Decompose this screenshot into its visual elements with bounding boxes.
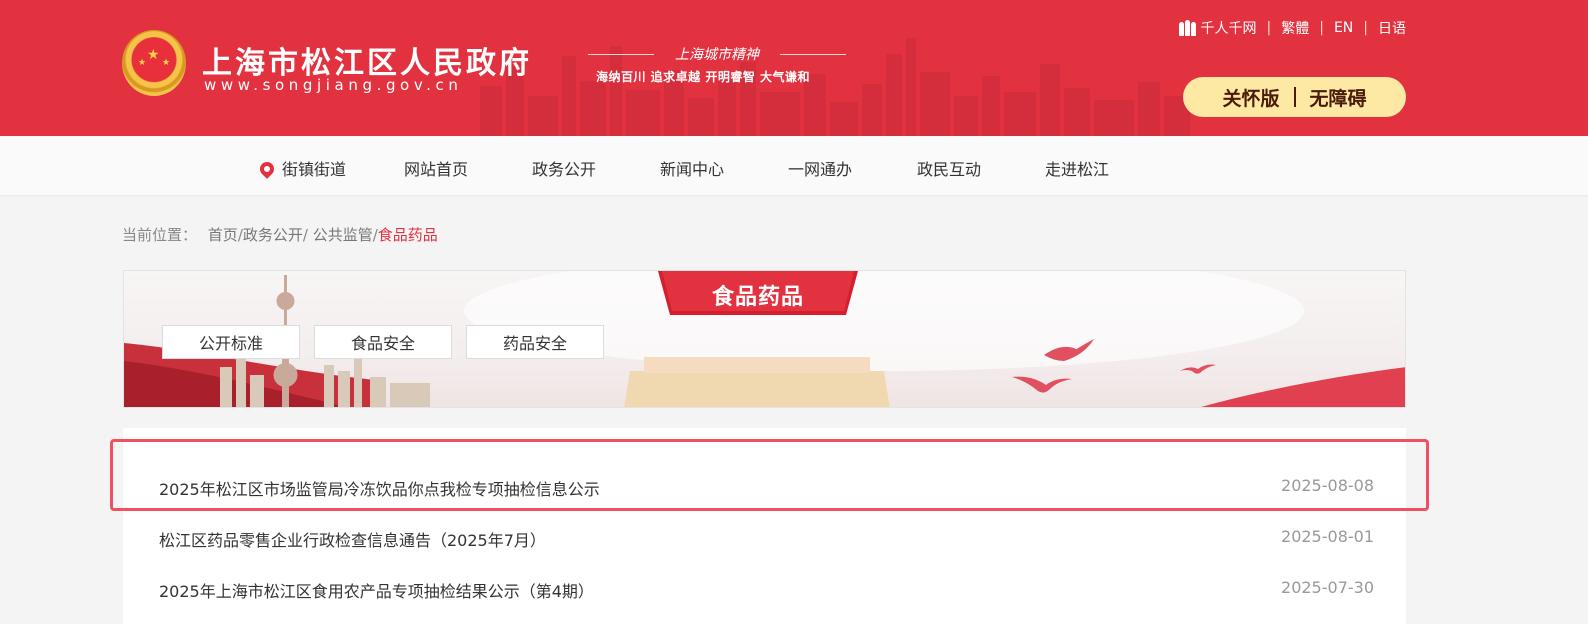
nav-item-about[interactable]: 走进松江 — [1045, 156, 1109, 180]
list-item[interactable]: 松江区药品零售企业行政检查信息通告（2025年7月） 2025-08-01 — [159, 527, 1374, 551]
top-links: 千人千网 | 繁體 | EN | 日语 — [1178, 18, 1406, 38]
breadcrumb-supervision[interactable]: 公共监管 — [308, 226, 373, 244]
location-pin-icon — [257, 159, 277, 179]
tab-standards[interactable]: 公开标准 — [162, 325, 300, 359]
accessibility-toggle: 关怀版 无障碍 — [1183, 77, 1406, 117]
breadcrumb-current: 食品药品 — [377, 226, 438, 244]
divider — [1293, 87, 1296, 107]
article-date: 2025-07-30 — [1281, 578, 1374, 597]
divider: | — [1363, 20, 1368, 36]
city-skyline-decoration — [480, 38, 1190, 136]
slogan-title: 上海城市精神 — [588, 44, 846, 64]
site-url: www.songjiang.gov.cn — [204, 76, 463, 94]
article-title[interactable]: 2025年上海市松江区食用农产品专项抽检结果公示（第4期） — [159, 578, 594, 602]
highlight-box — [110, 439, 1429, 511]
people-icon — [1178, 20, 1197, 36]
category-banner: 食品药品 公开标准 食品安全 药品安全 — [123, 270, 1406, 408]
divider: | — [1319, 20, 1324, 36]
article-title[interactable]: 松江区药品零售企业行政检查信息通告（2025年7月） — [159, 527, 546, 551]
divider: | — [1266, 20, 1272, 36]
nav-item-services[interactable]: 一网通办 — [788, 156, 852, 180]
article-date: 2025-08-01 — [1281, 527, 1374, 546]
nav-item-home[interactable]: 网站首页 — [404, 156, 468, 180]
tab-food-safety[interactable]: 食品安全 — [314, 325, 452, 359]
barrier-free-button[interactable]: 无障碍 — [1310, 84, 1367, 111]
site-header: ★ ★ ★ 上海市松江区人民政府 www.songjiang.gov.cn 上海… — [0, 0, 1588, 136]
city-slogan: 海纳百川 追求卓越 开明睿智 大气谦和 — [596, 70, 811, 84]
national-emblem-icon: ★ ★ ★ — [122, 30, 186, 96]
qianren-link[interactable]: 千人千网 — [1201, 18, 1257, 38]
traditional-chinese-link[interactable]: 繁體 — [1281, 18, 1309, 38]
tab-drug-safety[interactable]: 药品安全 — [466, 325, 604, 359]
breadcrumb: 当前位置： 首页/政务公开/ 公共监管/食品药品 — [122, 224, 438, 245]
breadcrumb-home[interactable]: 首页 — [208, 226, 238, 244]
nav-item-gov-affairs[interactable]: 政务公开 — [532, 156, 596, 180]
nav-item-label: 街镇街道 — [282, 160, 347, 179]
main-nav: 街镇街道 网站首页 政务公开 新闻中心 一网通办 政民互动 走进松江 — [0, 136, 1588, 196]
breadcrumb-gov-affairs[interactable]: 政务公开 — [243, 226, 303, 244]
care-mode-button[interactable]: 关怀版 — [1222, 84, 1279, 111]
breadcrumb-label: 当前位置： — [122, 226, 198, 244]
banner-title: 食品药品 — [711, 285, 804, 310]
nav-item-interaction[interactable]: 政民互动 — [917, 156, 981, 180]
japanese-link[interactable]: 日语 — [1378, 18, 1406, 38]
nav-item-news[interactable]: 新闻中心 — [660, 156, 724, 180]
list-item[interactable]: 2025年上海市松江区食用农产品专项抽检结果公示（第4期） 2025-07-30 — [159, 578, 1374, 602]
nav-item-towns[interactable]: 街镇街道 — [257, 156, 347, 180]
english-link[interactable]: EN — [1334, 20, 1353, 36]
